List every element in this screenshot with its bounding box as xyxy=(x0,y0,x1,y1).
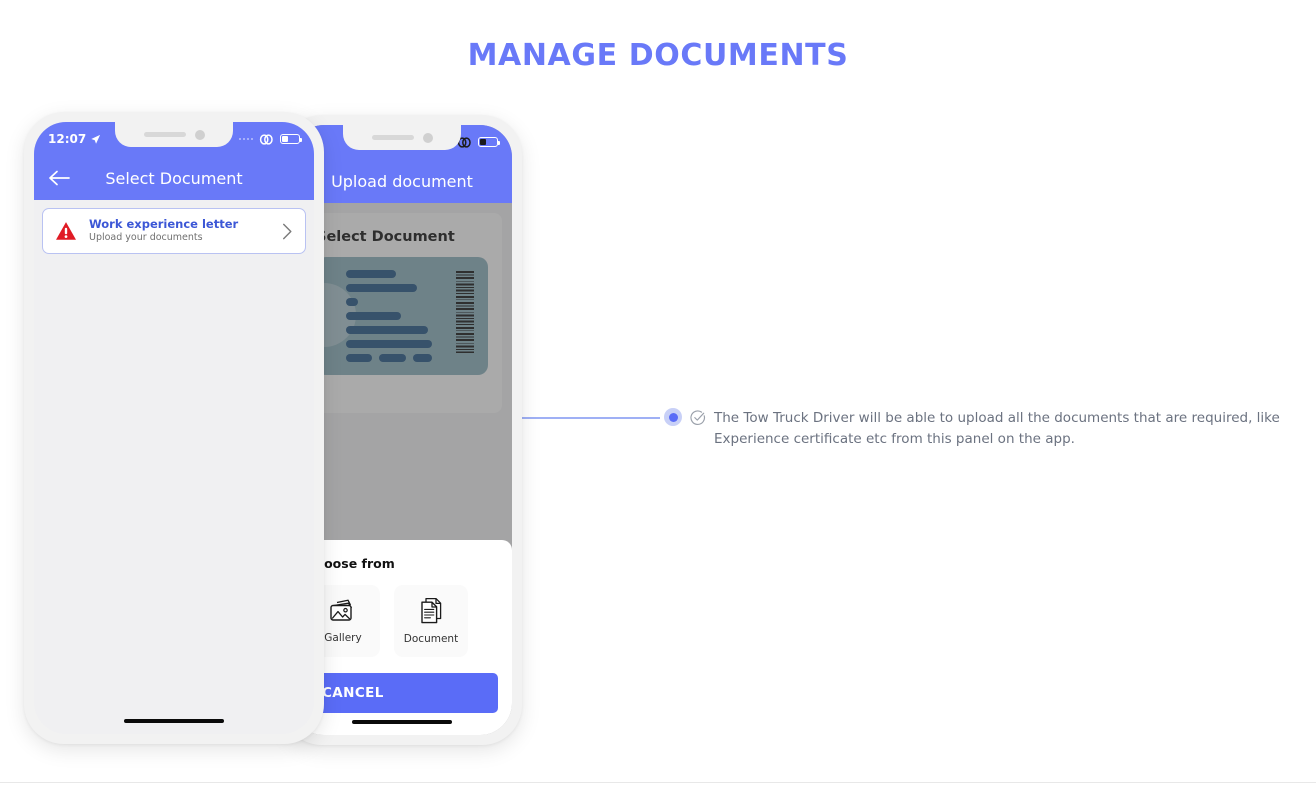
document-item-subtitle: Upload your documents xyxy=(89,232,203,244)
front-camera xyxy=(422,132,433,143)
phone-two-app-bar-title: Upload document xyxy=(331,171,473,191)
document-item-texts: Work experience letter Upload your docum… xyxy=(89,217,270,245)
chevron-right-icon xyxy=(283,223,292,239)
page-title: MANAGE DOCUMENTS xyxy=(467,38,849,73)
battery-icon xyxy=(478,137,500,147)
annotation-block: The Tow Truck Driver will be able to upl… xyxy=(690,408,1280,450)
gallery-option-label: Gallery xyxy=(324,632,362,644)
annotation-text: The Tow Truck Driver will be able to upl… xyxy=(714,410,1280,447)
document-item-title: Work experience letter xyxy=(89,216,239,231)
phone-one-app-bar: Select Document xyxy=(34,156,314,200)
document-option-label: Document xyxy=(403,633,459,645)
gallery-icon xyxy=(330,599,353,621)
earpiece-speaker xyxy=(143,132,186,137)
bottom-sheet-title: Choose from xyxy=(306,556,395,571)
phone-two-screen: Select Document Upload document Choose f… xyxy=(292,125,512,735)
phone-two-notch xyxy=(343,125,461,150)
choice-options: Gallery Document xyxy=(306,585,498,657)
cancel-button[interactable]: CANCEL xyxy=(306,673,498,713)
footer-divider xyxy=(0,782,1316,783)
phone-one-notch xyxy=(115,122,233,147)
phone-mockup-select-document: 12:07 Select Document Work experience le… xyxy=(24,112,324,744)
annotation-connector-line xyxy=(518,417,660,419)
front-camera xyxy=(194,129,205,140)
check-circle-icon xyxy=(690,410,706,426)
phone-one-home-indicator[interactable] xyxy=(124,719,224,723)
signal-dots-icon xyxy=(238,137,253,141)
location-arrow-icon xyxy=(91,134,101,144)
bullet-dot-marker xyxy=(664,408,682,426)
wifi-link-icon xyxy=(259,133,273,145)
status-time-label: 12:07 xyxy=(48,132,87,146)
document-list-item[interactable]: Work experience letter Upload your docum… xyxy=(42,208,306,254)
phone-two-home-indicator[interactable] xyxy=(352,720,452,724)
page-root: MANAGE DOCUMENTS Select Document Upload … xyxy=(0,0,1316,791)
document-option[interactable]: Document xyxy=(394,585,468,657)
phone-two-app-bar: Upload document xyxy=(292,159,512,203)
battery-icon xyxy=(280,134,302,144)
back-arrow-icon[interactable] xyxy=(48,170,70,186)
status-time: 12:07 xyxy=(48,132,101,146)
earpiece-speaker xyxy=(371,135,414,140)
document-icon xyxy=(421,597,442,624)
phone-one-screen: 12:07 Select Document Work experience le… xyxy=(34,122,314,734)
phone-one-app-bar-title: Select Document xyxy=(105,168,243,188)
warning-triangle-icon xyxy=(56,222,76,240)
status-icons xyxy=(238,133,302,145)
choose-from-bottom-sheet: Choose from Gallery Document CANCEL xyxy=(292,540,512,735)
